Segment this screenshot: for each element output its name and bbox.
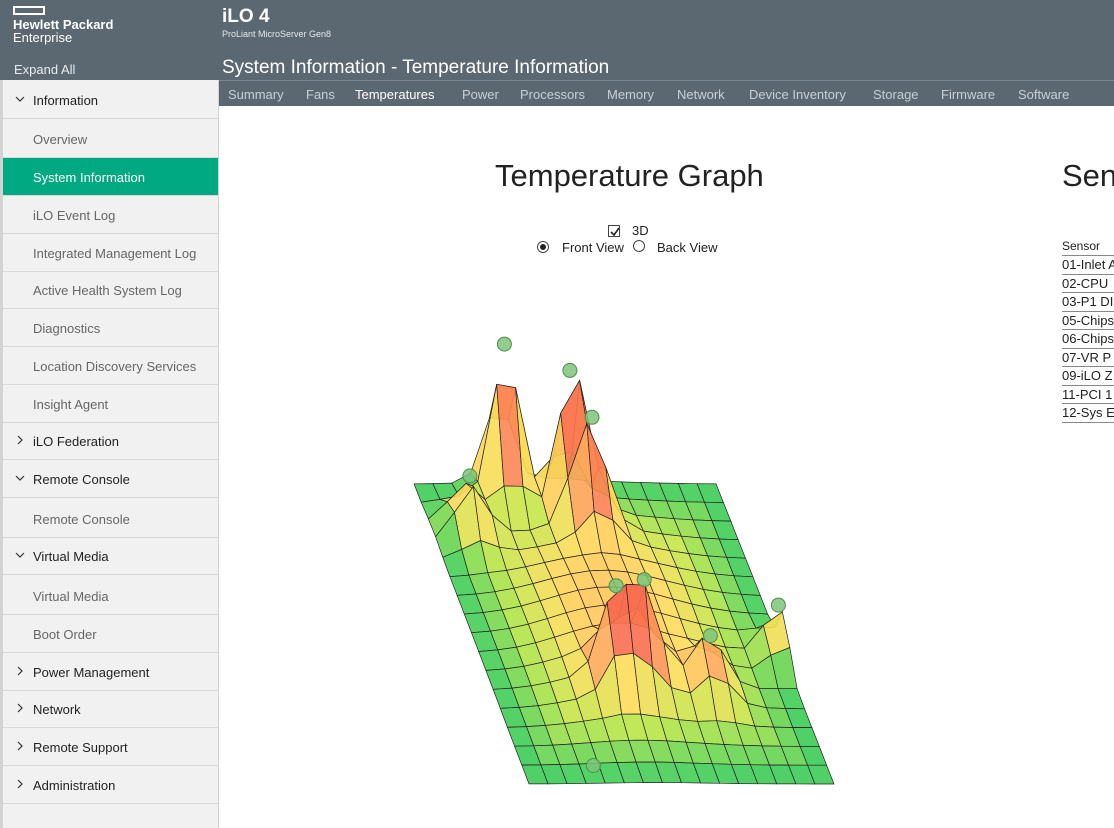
sidebar-item-label: Virtual Media (33, 589, 109, 604)
tab-processors[interactable]: Processors (520, 87, 585, 102)
sensor-marker[interactable] (770, 597, 786, 613)
sidebar-section-virtual-media[interactable]: Virtual Media (3, 537, 218, 575)
sidebar-section-remote-support[interactable]: Remote Support (3, 728, 218, 766)
tab-firmware[interactable]: Firmware (941, 87, 995, 102)
sensor-marker[interactable] (636, 572, 652, 588)
sidebar-item-label: System Information (33, 170, 145, 185)
sidebar: Information Overview System Information iLO… (0, 80, 219, 828)
sidebar-item-integrated-management-log[interactable]: Integrated Management Log (3, 234, 218, 272)
tab-network[interactable]: Network (677, 87, 725, 102)
chevron-down-icon (15, 96, 25, 102)
sidebar-item-label: Insight Agent (33, 397, 109, 412)
tab-temperatures[interactable]: Temperatures (355, 87, 434, 102)
sidebar-item-label: Remote Console (33, 512, 130, 527)
tab-storage[interactable]: Storage (873, 87, 919, 102)
sensor-row[interactable]: 09-iLO Z (1062, 367, 1114, 386)
sidebar-item-overview[interactable]: Overview (3, 120, 218, 158)
sidebar-section-administration[interactable]: Administration (3, 766, 218, 804)
sidebar-item-label: Overview (33, 132, 88, 147)
sensor-marker[interactable] (496, 336, 512, 352)
sensor-marker[interactable] (585, 758, 601, 773)
chevron-right-icon (17, 741, 23, 751)
page-title: System Information - Temperature Informa… (222, 57, 610, 78)
sidebar-item-system-information[interactable]: System Information (3, 158, 218, 196)
chevron-right-icon (17, 779, 23, 789)
sensor-marker[interactable] (462, 468, 478, 484)
sensor-row[interactable]: 05-Chips (1062, 312, 1114, 330)
chevron-down-icon (15, 552, 25, 558)
product-name: iLO 4 (222, 6, 270, 27)
sidebar-item-location-discovery-services[interactable]: Location Discovery Services (3, 347, 218, 385)
main-content: Temperature Graph Sens 3D Front View Bac… (219, 106, 1114, 828)
sidebar-item-label: Information (33, 93, 99, 108)
app-header: Hewlett Packard Enterprise Expand All iL… (0, 0, 1114, 80)
sidebar-section-network[interactable]: Network (3, 690, 218, 728)
sidebar-item-label: Remote Console (33, 472, 130, 487)
sensor-marker[interactable] (584, 409, 600, 425)
tab-bar: Summary Fans Temperatures Power Processors Me… (219, 80, 1114, 106)
sidebar-item-label: Remote Support (33, 740, 128, 755)
sidebar-item-label: iLO Federation (33, 434, 119, 449)
tab-power[interactable]: Power (462, 87, 499, 102)
sensor-row[interactable]: 11-PCI 1 Z (1062, 386, 1114, 404)
sidebar-section-remote-console[interactable]: Remote Console (3, 460, 218, 498)
sidebar-item-virtual-media[interactable]: Virtual Media (3, 577, 218, 615)
sidebar-item-label: Boot Order (33, 627, 97, 642)
sidebar-item-label: Virtual Media (33, 549, 109, 564)
sensor-rows: 01-Inlet A 02-CPU 03-P1 DI 05-Chips 06-Chips… (1062, 256, 1114, 423)
server-model: ProLiant MicroServer Gen8 (222, 29, 332, 39)
sidebar-item-ilo-event-log[interactable]: iLO Event Log (3, 196, 218, 234)
sensor-column-header: Sensor (1062, 239, 1114, 256)
brand-name-line2: Enterprise (13, 30, 73, 45)
sensor-marker[interactable] (702, 628, 718, 644)
tab-software[interactable]: Software (1018, 87, 1069, 102)
tab-fans[interactable]: Fans (306, 87, 335, 102)
tab-memory[interactable]: Memory (607, 87, 654, 102)
sidebar-item-label: Active Health System Log (33, 283, 182, 298)
sidebar-item-label: Integrated Management Log (33, 246, 197, 261)
sidebar-item-remote-console[interactable]: Remote Console (3, 500, 218, 538)
sidebar-item-label: Administration (33, 778, 116, 793)
sensor-row[interactable]: 07-VR P (1062, 349, 1114, 367)
tab-summary[interactable]: Summary (228, 87, 284, 102)
sidebar-item-diagnostics[interactable]: Diagnostics (3, 309, 218, 347)
temperature-graph (413, 336, 835, 785)
sensor-table: Sensor 01-Inlet A 02-CPU 03-P1 DI 05-Chips 0… (1062, 239, 1114, 423)
sidebar-section-ilo-federation[interactable]: iLO Federation (3, 422, 218, 460)
chevron-down-icon (15, 475, 25, 481)
sensor-row[interactable]: 12-Sys E (1062, 404, 1114, 423)
chevron-right-icon (17, 703, 23, 713)
chevron-right-icon (17, 435, 23, 445)
hpe-logo-icon (13, 6, 45, 15)
sidebar-item-label: Diagnostics (33, 321, 101, 336)
sidebar-item-insight-agent[interactable]: Insight Agent (3, 385, 218, 423)
sensor-row[interactable]: 02-CPU (1062, 275, 1114, 293)
chevron-right-icon (17, 666, 23, 676)
sensor-marker[interactable] (562, 362, 578, 378)
sidebar-item-active-health-system-log[interactable]: Active Health System Log (3, 271, 218, 309)
sidebar-item-label: Location Discovery Services (33, 359, 197, 374)
sidebar-item-label: iLO Event Log (33, 208, 116, 223)
sensor-panel-title: Sens (1062, 158, 1114, 193)
expand-all-link[interactable]: Expand All (14, 62, 75, 77)
sensor-row[interactable]: 06-Chips (1062, 330, 1114, 349)
sidebar-item-label: Power Management (33, 665, 150, 680)
sensor-row[interactable]: 01-Inlet A (1062, 256, 1114, 275)
sidebar-section-power-management[interactable]: Power Management (3, 653, 218, 691)
sensor-marker[interactable] (608, 578, 624, 594)
sidebar-item-boot-order[interactable]: Boot Order (3, 615, 218, 653)
sensor-row[interactable]: 03-P1 DI (1062, 293, 1114, 312)
sidebar-item-label: Network (33, 702, 81, 717)
tab-device-inventory[interactable]: Device Inventory (749, 87, 846, 102)
sidebar-section-information[interactable]: Information (3, 81, 218, 119)
surface-mesh (413, 379, 835, 785)
